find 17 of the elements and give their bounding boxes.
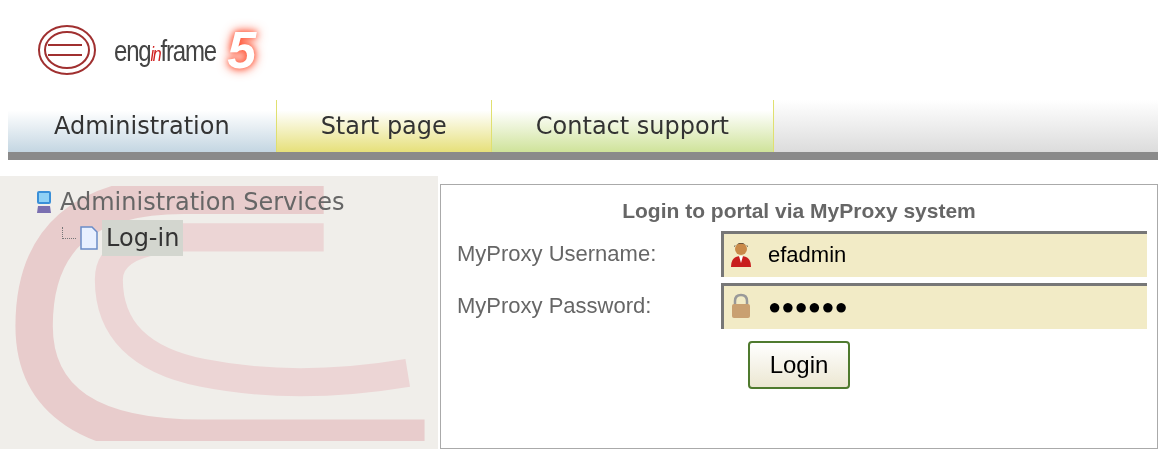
- username-field[interactable]: efadmin: [721, 230, 1147, 277]
- nav-tab[interactable]: Contact support: [491, 100, 774, 152]
- field-label: MyProxy Password:: [457, 292, 653, 320]
- field-label: MyProxy Username:: [457, 240, 658, 268]
- login-button[interactable]: Login: [747, 340, 851, 389]
- padlock-icon: [730, 292, 752, 319]
- logo-wordmark: enginframe: [114, 32, 216, 69]
- computer-icon: [36, 190, 52, 214]
- login-title: Login to portal via MyProxy system: [622, 198, 976, 224]
- tree-item[interactable]: Administration Services: [56, 184, 349, 220]
- nav-tab[interactable]: Administration: [8, 100, 277, 152]
- logo-icon: [36, 23, 98, 77]
- tree-item[interactable]: Log-in: [102, 220, 184, 256]
- nav-tab[interactable]: Start page: [276, 100, 492, 152]
- user-icon: [730, 240, 752, 267]
- password-field[interactable]: ●●●●●●: [721, 282, 1147, 329]
- document-icon: [80, 226, 98, 250]
